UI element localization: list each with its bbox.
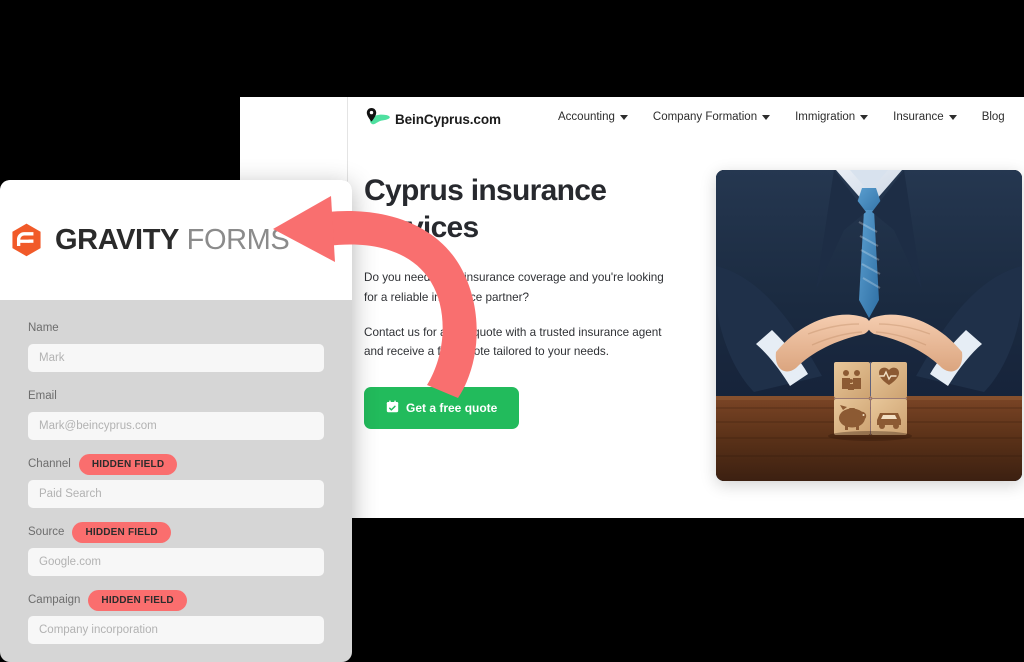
site-header: BeinCyprus.com Accounting Company Format… (240, 97, 1024, 149)
lead-capture-form: Name Email Channel HIDDEN FIELD Source H… (0, 300, 352, 662)
calendar-check-icon (386, 400, 399, 416)
form-field-campaign: Campaign HIDDEN FIELD (28, 589, 324, 644)
hero-paragraph-1: Do you need basic insurance coverage and… (364, 271, 664, 304)
nav-item-immigration[interactable]: Immigration (795, 111, 869, 123)
chevron-down-icon (948, 114, 957, 120)
field-label: Email (28, 390, 57, 402)
nav-item-label: Company Formation (652, 111, 758, 123)
site-logo-text: BeinCyprus.com (395, 111, 501, 127)
gravity-forms-hex-icon (8, 222, 45, 259)
chevron-down-icon (860, 114, 869, 120)
field-label: Source (28, 526, 65, 538)
chevron-down-icon (762, 114, 771, 120)
nav-item-insurance[interactable]: Insurance (893, 111, 957, 123)
brand-word-gravity: GRAVITY (55, 223, 179, 256)
form-field-channel: Channel HIDDEN FIELD (28, 453, 324, 508)
email-input[interactable] (28, 412, 324, 440)
map-pin-cyprus-icon (362, 107, 392, 131)
nav-item-accounting[interactable]: Accounting (558, 111, 628, 123)
gravity-forms-card: GRAVITY FORMS Name Email Channel HIDDEN … (0, 180, 352, 662)
website-preview-panel: BeinCyprus.com Accounting Company Format… (240, 97, 1024, 518)
gravity-forms-header: GRAVITY FORMS (0, 180, 352, 300)
field-label: Channel (28, 458, 71, 470)
nav-item-label: Blog (981, 111, 1005, 123)
nav-item-company-formation[interactable]: Company Formation (652, 111, 771, 123)
nav-item-label: Immigration (795, 111, 856, 123)
site-logo[interactable]: BeinCyprus.com (362, 107, 501, 131)
hidden-field-badge: HIDDEN FIELD (78, 453, 178, 475)
page-title: Cyprus insurance services (364, 174, 607, 245)
form-field-source: Source HIDDEN FIELD (28, 521, 324, 576)
channel-input[interactable] (28, 480, 324, 508)
form-field-email: Email (28, 386, 324, 440)
cta-label: Get a free quote (406, 400, 498, 415)
hidden-field-badge: HIDDEN FIELD (88, 589, 187, 611)
form-field-name: Name (28, 318, 324, 372)
brand-word-forms: FORMS (186, 223, 290, 256)
campaign-input[interactable] (28, 616, 324, 644)
source-input[interactable] (28, 548, 324, 576)
field-label-line: Source HIDDEN FIELD (28, 521, 324, 543)
nav-item-blog[interactable]: Blog (982, 111, 1005, 123)
site-navigation: Accounting Company Formation Immigration… (558, 111, 1005, 123)
nav-item-label: Insurance (893, 111, 944, 123)
field-label: Name (28, 322, 59, 334)
hidden-field-badge: HIDDEN FIELD (72, 521, 171, 543)
name-input[interactable] (28, 344, 324, 372)
field-label-line: Channel HIDDEN FIELD (28, 453, 324, 475)
get-free-quote-button[interactable]: Get a free quote (364, 386, 520, 429)
field-label-line: Name (28, 318, 324, 338)
hero-photo (716, 170, 1022, 481)
field-label: Campaign (28, 594, 81, 606)
hero-copy: Cyprus insurance services Do you need ba… (364, 172, 674, 429)
gravity-forms-logo: GRAVITY FORMS (8, 222, 290, 259)
gravity-forms-wordmark: GRAVITY FORMS (55, 223, 290, 257)
field-label-line: Email (28, 386, 324, 406)
field-label-line: Campaign HIDDEN FIELD (28, 589, 324, 611)
nav-item-label: Accounting (558, 111, 615, 123)
chevron-down-icon (619, 114, 628, 120)
hero-paragraph-2: Contact us for a free quote with a trust… (364, 325, 662, 359)
